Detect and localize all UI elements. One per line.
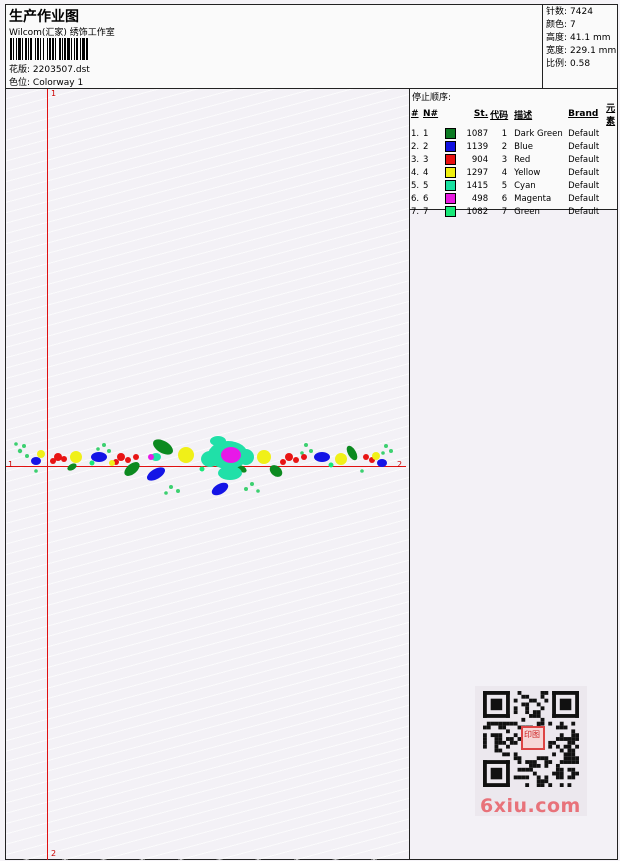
table-header-row: # N# St. 代码 描述 Brand 元素 bbox=[410, 101, 617, 127]
row-code: 6 bbox=[501, 193, 508, 204]
table-row: 2. 2 1139 2 Blue Default bbox=[410, 140, 617, 153]
color-sequence-table: # N# St. 代码 描述 Brand 元素 1. 1 1087 1 Dark Gr… bbox=[410, 101, 617, 218]
production-sheet: 生产作业图 Wilcom(汇家) 绣饰工作室 花版: 2203507.dst 色… bbox=[5, 4, 618, 860]
color-swatch bbox=[445, 180, 457, 191]
row-description: Magenta bbox=[514, 193, 552, 204]
table-row: 1. 1 1087 1 Dark Green Default bbox=[410, 127, 617, 140]
row-stitches: 1139 bbox=[466, 141, 489, 152]
colorway-label: 色位: bbox=[9, 78, 31, 88]
row-description: Dark Green bbox=[514, 128, 563, 139]
marker-top: 1 bbox=[51, 89, 57, 98]
color-swatch bbox=[445, 193, 457, 204]
stop-sequence-panel: 停止顺序: # N# St. 代码 描述 Brand 元素 1. 1 1087 1 D… bbox=[410, 89, 617, 217]
stats-box: 针数: 7424 颜色: 7 高度: 41.1 mm 宽度: 229.1 mm 比例: 0… bbox=[542, 5, 617, 88]
table-row: 4. 4 1297 4 Yellow Default bbox=[410, 166, 617, 179]
row-index: 6. bbox=[411, 193, 420, 204]
row-needle: 2 bbox=[422, 140, 457, 153]
studio-name: Wilcom(汇家) 绣饰工作室 bbox=[9, 28, 115, 38]
row-description: Green bbox=[514, 206, 540, 217]
stat-width: 宽度: 229.1 mm bbox=[546, 46, 617, 56]
row-code: 7 bbox=[501, 206, 508, 217]
color-swatch bbox=[445, 128, 457, 139]
row-index: 7. bbox=[411, 206, 420, 217]
stat-stitches: 针数: 7424 bbox=[546, 7, 593, 17]
row-code: 2 bbox=[501, 141, 508, 152]
row-index: 4. bbox=[411, 167, 420, 178]
row-description: Cyan bbox=[514, 180, 536, 191]
row-needle: 7 bbox=[422, 205, 457, 218]
col-index: # bbox=[411, 109, 419, 119]
col-code: 代码 bbox=[490, 110, 509, 121]
stat-scale: 比例: 0.58 bbox=[546, 59, 591, 69]
colorway-line: 色位: Colorway 1 bbox=[9, 75, 83, 88]
color-swatch bbox=[445, 167, 457, 178]
row-code: 4 bbox=[501, 167, 508, 178]
row-code: 3 bbox=[501, 154, 508, 165]
row-stitches: 1087 bbox=[466, 128, 489, 139]
flower-border-motif bbox=[14, 436, 393, 496]
row-brand: Default bbox=[568, 167, 600, 178]
row-description: Blue bbox=[514, 141, 533, 152]
row-needle: 3 bbox=[422, 153, 457, 166]
col-element: 元素 bbox=[606, 104, 616, 127]
row-element bbox=[605, 192, 617, 205]
row-stitches: 1415 bbox=[466, 180, 489, 191]
embroidery-design bbox=[14, 436, 393, 496]
row-description: Red bbox=[514, 154, 531, 165]
col-description: 描述 bbox=[514, 110, 533, 121]
table-row: 6. 6 498 6 Magenta Default bbox=[410, 192, 617, 205]
design-file-line: 花版: 2203507.dst bbox=[9, 62, 90, 75]
row-stitches: 498 bbox=[471, 193, 489, 204]
row-stitches: 1297 bbox=[466, 167, 489, 178]
row-element bbox=[605, 140, 617, 153]
row-stitches: 1082 bbox=[466, 206, 489, 217]
watermark-seal: 印图 bbox=[521, 726, 545, 750]
row-index: 5. bbox=[411, 180, 420, 191]
row-code: 5 bbox=[501, 180, 508, 191]
color-swatch bbox=[445, 206, 457, 217]
col-brand: Brand bbox=[568, 109, 599, 119]
row-needle: 1 bbox=[422, 127, 457, 140]
row-brand: Default bbox=[568, 180, 600, 191]
col-needle: N# bbox=[423, 109, 439, 119]
table-row: 3. 3 904 3 Red Default bbox=[410, 153, 617, 166]
row-element bbox=[605, 179, 617, 192]
row-brand: Default bbox=[568, 128, 600, 139]
design-value: 2203507.dst bbox=[32, 65, 90, 75]
page-title: 生产作业图 bbox=[9, 9, 79, 25]
stat-colors: 颜色: 7 bbox=[546, 20, 576, 30]
barcode bbox=[10, 38, 88, 60]
row-element bbox=[605, 205, 617, 218]
row-index: 3. bbox=[411, 154, 420, 165]
row-stitches: 904 bbox=[471, 154, 489, 165]
marker-bottom: 2 bbox=[51, 849, 57, 858]
row-brand: Default bbox=[568, 206, 600, 217]
design-preview-area: 1 2 1 2 bbox=[6, 89, 410, 860]
row-needle: 4 bbox=[422, 166, 457, 179]
col-stitches: St. bbox=[473, 109, 489, 119]
row-needle: 5 bbox=[422, 179, 457, 192]
row-brand: Default bbox=[568, 141, 600, 152]
row-element bbox=[605, 153, 617, 166]
row-element bbox=[605, 127, 617, 140]
watermark-site: 6xiu.com bbox=[480, 795, 581, 817]
color-swatch bbox=[445, 154, 457, 165]
stat-height: 高度: 41.1 mm bbox=[546, 33, 611, 43]
colorway-value: Colorway 1 bbox=[32, 78, 84, 88]
design-label: 花版: bbox=[9, 65, 31, 75]
row-element bbox=[605, 166, 617, 179]
row-brand: Default bbox=[568, 193, 600, 204]
row-code: 1 bbox=[501, 128, 508, 139]
sheet-header: 生产作业图 Wilcom(汇家) 绣饰工作室 花版: 2203507.dst 色… bbox=[6, 5, 617, 89]
table-row: 5. 5 1415 5 Cyan Default bbox=[410, 179, 617, 192]
row-index: 1. bbox=[411, 128, 420, 139]
row-description: Yellow bbox=[514, 167, 541, 178]
row-index: 2. bbox=[411, 141, 420, 152]
row-needle: 6 bbox=[422, 192, 457, 205]
table-row: 7. 7 1082 7 Green Default bbox=[410, 205, 617, 218]
row-brand: Default bbox=[568, 154, 600, 165]
color-swatch bbox=[445, 141, 457, 152]
